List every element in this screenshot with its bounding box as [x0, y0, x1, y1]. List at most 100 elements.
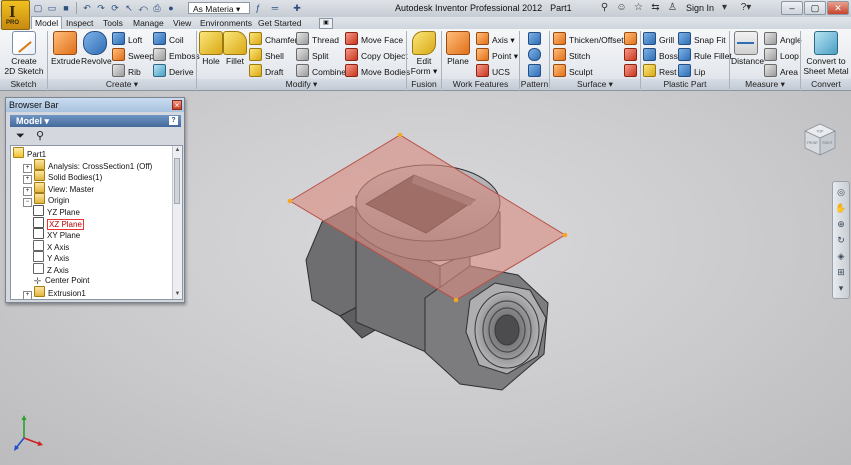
sign-in-link[interactable]: Sign In	[686, 3, 714, 13]
scroll-thumb[interactable]	[174, 158, 180, 204]
panel-title-create[interactable]: Create ▾	[48, 79, 196, 90]
close-window-button[interactable]: ✕	[827, 1, 849, 15]
exchange-icon[interactable]: ⇆	[649, 2, 662, 14]
tab-model[interactable]: Model	[31, 16, 63, 30]
tab-tools[interactable]: Tools	[100, 17, 126, 29]
rule-fillet-button[interactable]: Rule Fillet	[678, 48, 732, 62]
tab-manage[interactable]: Manage	[130, 17, 167, 29]
tree-item[interactable]: ✛ Center Point	[33, 275, 90, 287]
material-icon[interactable]: ●	[165, 2, 177, 14]
maximize-button[interactable]: ▢	[804, 1, 826, 15]
plane-button[interactable]: Plane	[444, 31, 472, 66]
copy-object-button[interactable]: Copy Object	[345, 48, 408, 62]
panel-title-fusion[interactable]: Fusion	[407, 79, 441, 90]
look-at-icon[interactable]: ◈	[835, 250, 847, 262]
fillet-button[interactable]: Fillet	[223, 31, 247, 66]
chamfer-button[interactable]: Chamfer	[249, 32, 298, 46]
tree-item[interactable]: X Axis	[33, 239, 69, 252]
edit-form-button[interactable]: Edit Form ▾	[410, 31, 438, 76]
trim-button[interactable]	[624, 48, 640, 62]
select-icon[interactable]: ↖	[123, 2, 135, 14]
viewcube[interactable]: TOP FRONT RIGHT	[801, 121, 839, 159]
collapse-icon[interactable]: −	[23, 198, 32, 208]
appearance-icon[interactable]: ═	[266, 2, 284, 14]
patch-button[interactable]	[624, 32, 640, 46]
snap-fit-button[interactable]: Snap Fit	[678, 32, 726, 46]
people-icon[interactable]: ☺	[615, 2, 628, 14]
sweep-button[interactable]: Sweep	[112, 48, 154, 62]
zoom-icon[interactable]: ⊕	[835, 218, 847, 230]
thicken-offset-button[interactable]: Thicken/Offset	[553, 32, 624, 46]
delete-face-button[interactable]	[624, 64, 640, 78]
tree-item[interactable]: + Analysis: CrossSection1 (Off)	[23, 158, 152, 173]
tree-item[interactable]: XY Plane	[33, 228, 80, 240]
mirror-button[interactable]	[528, 64, 544, 78]
hole-button[interactable]: Hole	[199, 31, 223, 66]
loop-button[interactable]: Loop	[764, 48, 799, 62]
tab-inspect[interactable]: Inspect	[63, 17, 96, 29]
panel-title-convert[interactable]: Convert	[801, 79, 851, 90]
scroll-up-icon[interactable]: ▲	[173, 146, 182, 155]
undo-icon[interactable]: ↶	[81, 2, 93, 14]
combine-button[interactable]: Combine	[296, 64, 346, 78]
navbar-options-icon[interactable]: ▾	[835, 282, 847, 294]
binoculars-icon[interactable]: ⚲	[598, 2, 611, 14]
return-icon[interactable]: ⤺	[137, 2, 149, 14]
tree-item[interactable]: Z Axis	[33, 263, 69, 275]
draft-button[interactable]: Draft	[249, 64, 283, 78]
ribbon-toggle-button[interactable]: ▣	[319, 18, 333, 29]
help-icon[interactable]: ?▾	[735, 2, 757, 14]
circular-pattern-button[interactable]	[528, 48, 544, 62]
close-icon[interactable]: ×	[172, 100, 182, 110]
tree-item[interactable]: XZ Plane	[33, 216, 84, 230]
ucs-button[interactable]: UCS	[476, 64, 510, 78]
panel-title-pattern[interactable]: Pattern	[520, 79, 549, 90]
save-icon[interactable]: ■	[60, 2, 72, 14]
tree-item[interactable]: Y Axis	[33, 251, 69, 263]
extrude-button[interactable]: Extrude	[51, 31, 80, 66]
browser-bar-title[interactable]: Browser Bar	[6, 98, 184, 112]
pan-icon[interactable]: ✋	[835, 202, 847, 214]
scroll-down-icon[interactable]: ▼	[173, 290, 182, 299]
thread-button[interactable]: Thread	[296, 32, 339, 46]
derive-button[interactable]: Derive	[153, 64, 194, 78]
star-icon[interactable]: ☆	[632, 2, 645, 14]
app-logo[interactable]: I PRO	[1, 0, 30, 30]
convert-sheet-metal-button[interactable]: Convert to Sheet Metal	[803, 31, 849, 76]
model-dropdown[interactable]: Model ▾ ?	[10, 115, 181, 127]
boss-button[interactable]: Boss	[643, 48, 678, 62]
panel-title-modify[interactable]: Modify ▾	[197, 79, 406, 90]
redo-icon[interactable]: ↷	[95, 2, 107, 14]
panel-title-work-features[interactable]: Work Features	[442, 79, 519, 90]
parameters-icon[interactable]: ƒ	[252, 2, 264, 14]
tree-item[interactable]: + View: Master	[23, 181, 94, 196]
new-icon[interactable]: ▢	[32, 2, 44, 14]
create-2d-sketch-button[interactable]: Create 2D Sketch ▾	[4, 31, 44, 86]
rest-button[interactable]: Rest	[643, 64, 676, 78]
print-icon[interactable]: ⎙	[151, 2, 163, 14]
orbit-icon[interactable]: ↻	[835, 234, 847, 246]
revolve-button[interactable]: Revolve	[81, 31, 112, 66]
panel-title-measure[interactable]: Measure ▾	[730, 79, 800, 90]
sculpt-button[interactable]: Sculpt	[553, 64, 593, 78]
split-button[interactable]: Split	[296, 48, 329, 62]
model-tree[interactable]: Part1 + Analysis: CrossSection1 (Off) + Soli…	[10, 145, 183, 300]
chevron-down-icon[interactable]: ▾	[718, 2, 731, 14]
stitch-button[interactable]: Stitch	[553, 48, 590, 62]
tree-item[interactable]: YZ Plane	[33, 205, 80, 217]
zoom-all-icon[interactable]: ⊞	[835, 266, 847, 278]
tree-item[interactable]: + Extrusion1	[23, 286, 86, 299]
move-face-button[interactable]: Move Face	[345, 32, 403, 46]
grill-button[interactable]: Grill	[643, 32, 674, 46]
tree-item[interactable]: Part1	[13, 147, 46, 159]
angle-button[interactable]: Angle	[764, 32, 802, 46]
binoculars-icon[interactable]: ⚲	[36, 129, 44, 143]
axis-button[interactable]: Axis ▾	[476, 32, 515, 46]
snap-icon[interactable]: ✚	[288, 2, 306, 14]
update-icon[interactable]: ⟳	[109, 2, 121, 14]
move-bodies-button[interactable]: Move Bodies	[345, 64, 410, 78]
panel-title-sketch[interactable]: Sketch	[0, 79, 47, 90]
user-icon[interactable]: ♙	[666, 2, 679, 14]
tab-view[interactable]: View	[170, 17, 194, 29]
filter-icon[interactable]: ⏷	[16, 129, 25, 143]
